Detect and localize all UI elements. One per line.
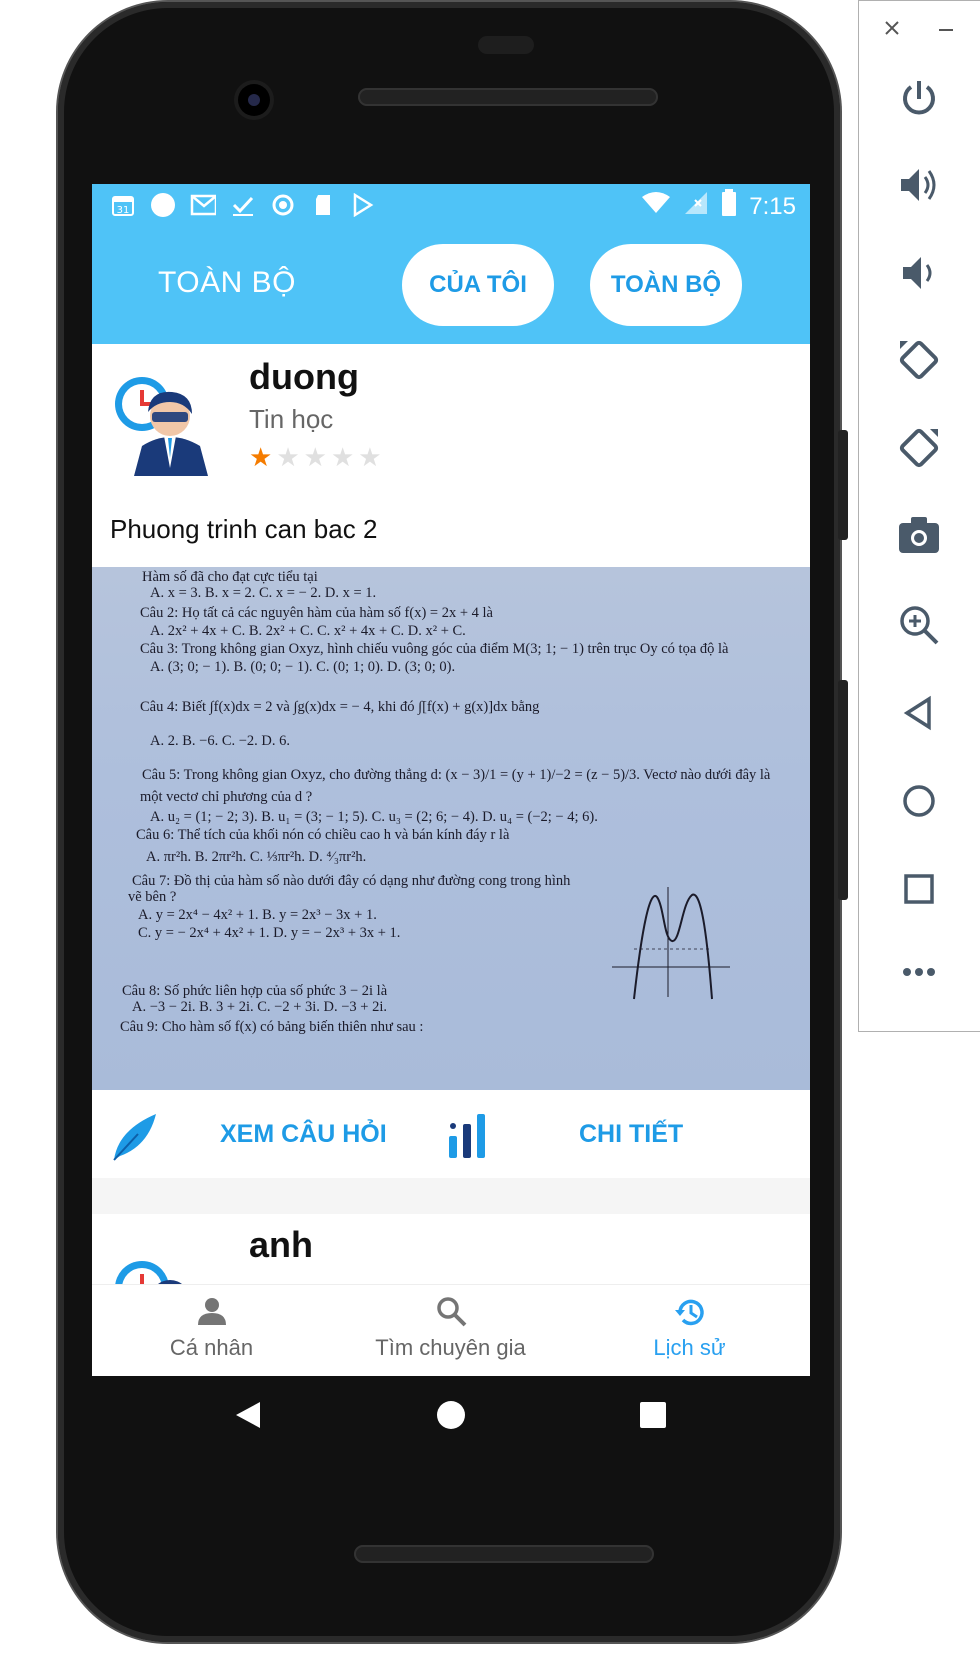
top-speaker	[358, 88, 658, 106]
filter-all-button[interactable]: TOÀN BỘ	[590, 244, 742, 326]
photo-text-line: A. 2x² + 4x + C. B. 2x² + C. C. x² + 4x …	[150, 623, 466, 639]
question-title: Phuong trinh can bac 2	[110, 514, 378, 544]
rotate-left-icon[interactable]	[859, 337, 979, 383]
rating-stars: ★ ★ ★ ★ ★	[249, 444, 382, 470]
detail-button[interactable]: CHI TIẾT	[579, 1120, 683, 1149]
expert-avatar	[112, 1248, 222, 1284]
device-screen: 31 7:15 TOÀN BỘ CỦA TÔI TOÀN BỘ duong Ti…	[92, 184, 810, 1376]
home-icon[interactable]	[436, 1400, 466, 1435]
question-card-next[interactable]: anh	[92, 1214, 810, 1284]
question-feed[interactable]: duong Tin học ★ ★ ★ ★ ★ Phuong trinh can bac…	[92, 344, 810, 1284]
search-icon	[331, 1295, 570, 1327]
subject-label: Tin học	[249, 404, 334, 434]
side-volume-button	[838, 430, 848, 540]
history-icon	[570, 1295, 809, 1329]
nav-history-label: Lịch sử	[653, 1335, 726, 1360]
star-empty-icon: ★	[358, 442, 382, 472]
photo-text-line: A. y = 2x⁴ − 4x² + 1. B. y = 2x³ − 3x + …	[138, 907, 377, 923]
back-icon[interactable]	[859, 693, 979, 733]
question-card[interactable]: duong Tin học ★ ★ ★ ★ ★ Phuong trinh can bac…	[92, 344, 810, 1178]
battery-icon	[721, 189, 737, 224]
filter-mine-button[interactable]: CỦA TÔI	[402, 244, 554, 326]
play-store-icon	[350, 192, 376, 218]
status-time: 7:15	[749, 192, 796, 220]
photo-text-line: A. (3; 0; − 1). B. (0; 0; − 1). C. (0; 1…	[150, 659, 456, 675]
view-question-button[interactable]: XEM CÂU HỎI	[220, 1120, 387, 1149]
author-name: duong	[249, 356, 359, 397]
photo-text-line: A. x = 3. B. x = 2. C. x = − 2. D. x = 1…	[150, 585, 377, 601]
app-bar-title: TOÀN BỘ	[158, 266, 296, 299]
wifi-icon	[641, 191, 671, 222]
photo-text-line: Câu 7: Đồ thị của hàm số nào dưới đây có…	[132, 873, 571, 889]
star-filled-icon: ★	[249, 442, 273, 472]
photo-text-line: Câu 6: Thể tích của khối nón có chiều ca…	[136, 827, 510, 843]
recents-icon[interactable]	[640, 1402, 666, 1433]
svg-text:31: 31	[117, 205, 130, 216]
star-empty-icon: ★	[303, 442, 327, 472]
zoom-in-icon[interactable]	[859, 603, 979, 647]
earpiece	[478, 36, 534, 54]
circle-notification-icon	[150, 192, 176, 218]
sync-circle-icon	[270, 192, 296, 218]
system-navigation	[0, 1376, 980, 1456]
photo-text-line: A. −3 − 2i. B. 3 + 2i. C. −2 + 3i. D. −3…	[132, 999, 388, 1015]
photo-text-line: Câu 3: Trong không gian Oxyz, hình chiếu…	[140, 641, 729, 657]
volume-up-icon[interactable]	[859, 163, 979, 207]
camera-icon[interactable]	[859, 515, 979, 555]
cell-signal-icon	[683, 190, 709, 223]
photo-text-line: vẽ bên ?	[128, 889, 177, 905]
photo-text-line: A. πr²h. B. 2πr²h. C. ⅓πr²h. D. ⁴⁄₃πr²h.	[146, 849, 367, 865]
calendar-icon: 31	[110, 192, 136, 218]
rotate-right-icon[interactable]	[859, 425, 979, 471]
photo-text-line: Hàm số đã cho đạt cực tiểu tại	[142, 569, 318, 585]
side-power-button	[838, 680, 848, 900]
photo-text-line: A. 2. B. −6. C. −2. D. 6.	[150, 733, 291, 749]
back-icon[interactable]	[234, 1400, 262, 1435]
nav-find-expert-label: Tìm chuyên gia	[375, 1335, 526, 1360]
expert-avatar	[112, 372, 222, 482]
power-icon[interactable]	[859, 77, 979, 121]
task-done-icon	[230, 192, 256, 218]
photo-text-line: Câu 9: Cho hàm số f(x) có bảng biến thiê…	[120, 1019, 424, 1035]
nav-personal[interactable]: Cá nhân	[92, 1285, 331, 1376]
bottom-navigation: Cá nhân Tìm chuyên gia Lịch sử	[92, 1284, 810, 1376]
overview-icon[interactable]	[859, 869, 979, 909]
close-icon[interactable]	[883, 19, 901, 42]
person-icon	[92, 1295, 331, 1327]
home-icon[interactable]	[859, 781, 979, 821]
emulator-toolbar	[858, 0, 980, 1032]
more-icon[interactable]	[859, 965, 979, 979]
app-bar: TOÀN BỘ CỦA TÔI TOÀN BỘ	[92, 226, 810, 344]
nav-find-expert[interactable]: Tìm chuyên gia	[331, 1285, 570, 1376]
graph-figure	[612, 887, 730, 1000]
sd-card-icon	[310, 192, 336, 218]
photo-text-line: Câu 4: Biết ∫f(x)dx = 2 và ∫g(x)dx = − 4…	[140, 699, 540, 715]
gmail-icon	[190, 192, 216, 218]
star-empty-icon: ★	[276, 442, 300, 472]
feather-icon	[108, 1110, 162, 1169]
photo-text-line: C. y = − 2x⁴ + 4x² + 1. D. y = − 2x³ + 3…	[138, 925, 401, 941]
photo-text-line: một vectơ chỉ phương của d ?	[140, 789, 313, 805]
volume-down-icon[interactable]	[859, 251, 979, 295]
nav-personal-label: Cá nhân	[169, 1335, 254, 1360]
photo-text-line: Câu 8: Số phức liên hợp của số phức 3 − …	[122, 983, 388, 999]
author-name: anh	[249, 1224, 314, 1265]
front-camera	[238, 84, 270, 116]
card-actions: XEM CÂU HỎI CHI TIẾT	[92, 1090, 810, 1178]
question-photo[interactable]: Hàm số đã cho đạt cực tiểu tại A. x = 3. …	[92, 567, 810, 1090]
status-bar: 31 7:15	[92, 184, 810, 226]
photo-text-line: Câu 2: Họ tất cả các nguyên hàm của hàm …	[140, 605, 493, 621]
nav-history[interactable]: Lịch sử	[570, 1285, 809, 1376]
minimize-icon[interactable]	[937, 19, 955, 42]
chart-bars-icon	[447, 1112, 491, 1165]
photo-text-line: A. u₂ = (1; − 2; 3). B. u₁ = (3; − 1; 5)…	[150, 809, 598, 825]
bottom-speaker	[354, 1545, 654, 1563]
star-empty-icon: ★	[330, 442, 355, 472]
photo-text-line: Câu 5: Trong không gian Oxyz, cho đường …	[142, 767, 771, 783]
